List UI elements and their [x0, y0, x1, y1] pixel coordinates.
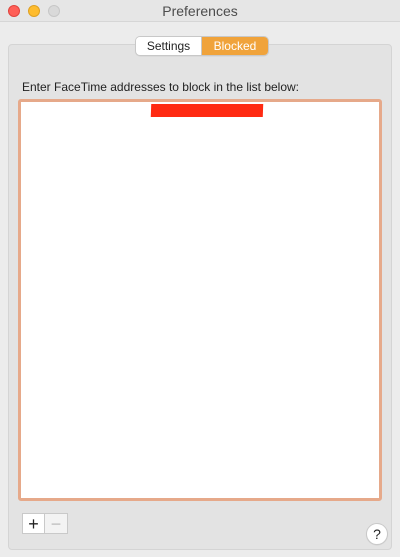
blocked-instructions-label: Enter FaceTime addresses to block in the… [22, 80, 300, 94]
list-edit-buttons: + − [22, 513, 68, 534]
help-button[interactable]: ? [366, 523, 388, 545]
preferences-window: Preferences Settings Blocked Enter FaceT… [0, 0, 400, 557]
window-title: Preferences [162, 3, 238, 19]
add-address-button[interactable]: + [22, 513, 45, 534]
title-bar[interactable]: Preferences [0, 0, 400, 22]
blocked-addresses-list[interactable] [18, 99, 382, 501]
preferences-tabs: Settings Blocked [135, 36, 269, 56]
remove-address-button[interactable]: − [45, 513, 68, 534]
tab-blocked[interactable]: Blocked [202, 37, 268, 55]
redacted-entry[interactable] [150, 104, 264, 117]
tab-settings[interactable]: Settings [136, 37, 202, 55]
